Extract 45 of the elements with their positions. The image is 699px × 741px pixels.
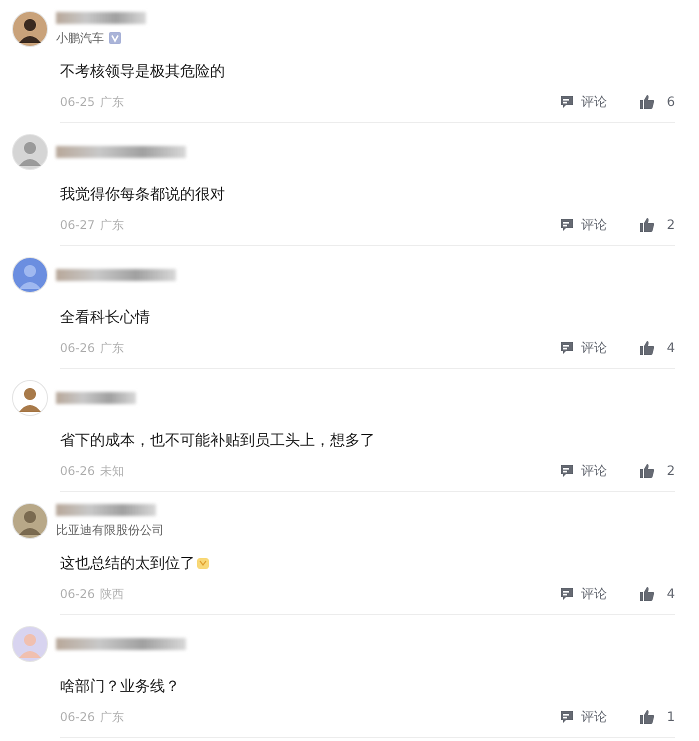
comment-icon [559, 463, 575, 479]
comment-location: 广东 [100, 708, 124, 726]
thumbs-up-icon [639, 94, 655, 110]
like-button[interactable]: 6 [639, 94, 675, 110]
comment-location: 广东 [100, 94, 124, 110]
comment-icon [559, 94, 575, 110]
comment-icon [559, 340, 575, 356]
comment-location: 广东 [100, 340, 124, 356]
comment-date: 06-26 [60, 464, 95, 478]
company-name: 小鹏汽车 [56, 30, 104, 46]
thumbs-up-icon [639, 463, 655, 479]
reply-button[interactable]: 评论 [559, 708, 607, 726]
comment-icon [559, 217, 575, 233]
comment-text: 啥部门？业务线？ [60, 676, 180, 696]
comment-text: 省下的成本，也不可能补贴到员工头上，想多了 [60, 430, 375, 450]
comment-date: 06-25 [60, 95, 95, 109]
reply-button[interactable]: 评论 [559, 93, 607, 111]
comment-location: 未知 [100, 462, 124, 480]
like-button[interactable]: 2 [639, 463, 675, 479]
like-button[interactable]: 4 [639, 340, 675, 356]
thumbs-up-icon [639, 709, 655, 725]
thumbs-up-icon [639, 217, 655, 233]
reply-button[interactable]: 评论 [559, 462, 607, 480]
like-button[interactable]: 1 [639, 709, 675, 725]
comment-location: 陕西 [100, 586, 124, 602]
comment-icon [559, 586, 575, 602]
comment-date: 06-27 [60, 218, 95, 232]
comment-date: 06-26 [60, 587, 95, 601]
comment-text: 全看科长心情 [60, 308, 150, 326]
reply-button[interactable]: 评论 [559, 339, 607, 357]
thumbs-up-icon [639, 340, 655, 356]
reply-button[interactable]: 评论 [559, 585, 607, 603]
comment-text: 这也总结的太到位了 [60, 554, 195, 572]
avatar-icon[interactable] [12, 11, 48, 47]
reply-button[interactable]: 评论 [559, 216, 607, 234]
like-button[interactable]: 4 [639, 586, 675, 602]
company-name: 比亚迪有限股份公司 [56, 522, 164, 538]
comment-text: 不考核领导是极其危险的 [60, 62, 225, 80]
comment-date: 06-26 [60, 341, 95, 355]
comment-icon [559, 709, 575, 725]
comment-date: 06-26 [60, 710, 95, 724]
comment-text: 我觉得你每条都说的很对 [60, 184, 225, 204]
comment-location: 广东 [100, 216, 124, 234]
thumbs-up-icon [639, 586, 655, 602]
like-button[interactable]: 2 [639, 217, 675, 233]
